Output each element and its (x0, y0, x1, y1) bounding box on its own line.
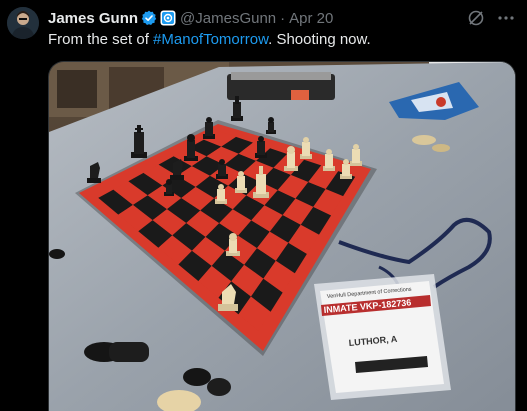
tweet-text-end: . Shooting now. (268, 31, 371, 48)
author-name[interactable]: James Gunn (48, 10, 138, 27)
hashtag-link[interactable]: #ManofTomorrow (153, 31, 268, 48)
tweet-actions (467, 9, 515, 32)
tweet: James Gunn @JamesGunn · Apr 20 From the … (0, 0, 527, 411)
verified-badge-icon (141, 10, 157, 26)
grok-icon[interactable] (467, 9, 485, 32)
author-handle[interactable]: @JamesGunn (180, 10, 276, 27)
game-box (227, 72, 335, 100)
more-icon[interactable] (497, 9, 515, 32)
tweet-timestamp[interactable]: Apr 20 (289, 10, 333, 27)
tweet-header: James Gunn @JamesGunn · Apr 20 (48, 8, 333, 28)
tweet-text: From the set of #ManofTomorrow. Shooting… (48, 31, 371, 48)
affiliate-badge-icon[interactable] (160, 10, 176, 26)
tweet-photo[interactable]: VenHull Department of Corrections INMATE… (48, 61, 516, 411)
meta-separator: · (280, 9, 286, 27)
inmate-badge: VenHull Department of Corrections INMATE… (314, 274, 451, 400)
tweet-text-start: From the set of (48, 31, 154, 48)
author-avatar[interactable] (7, 7, 39, 39)
